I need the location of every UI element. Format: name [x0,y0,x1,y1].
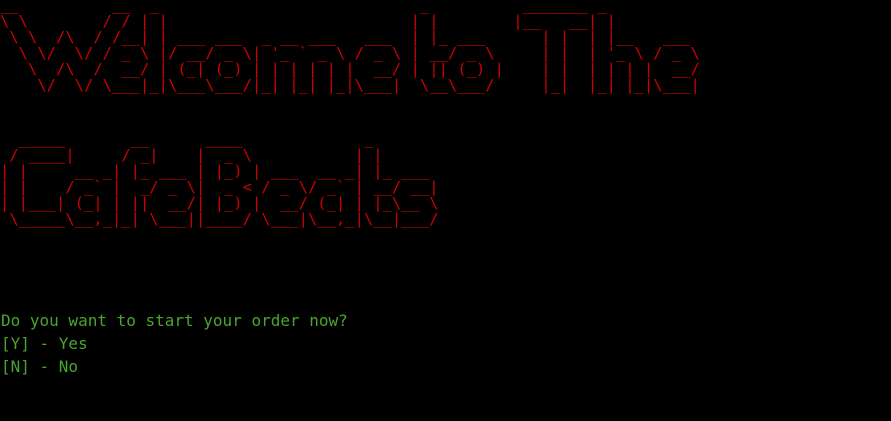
order-prompt: Do you want to start your order now? [Y]… [1,309,348,378]
option-yes: [Y] - Yes [1,334,88,353]
option-no: [N] - No [1,357,79,376]
prompt-question: Do you want to start your order now? [1,311,348,330]
welcome-ascii-banner: __ __ _ _ _______ _ \ \ / / | | | | |__ … [0,0,700,94]
cafebeats-ascii-banner: _____ __ ____ _ / ____| / _| | _ \ | | |… [0,130,439,228]
terminal-window: __ __ _ _ _______ _ \ \ / / | | | | |__ … [0,0,891,421]
